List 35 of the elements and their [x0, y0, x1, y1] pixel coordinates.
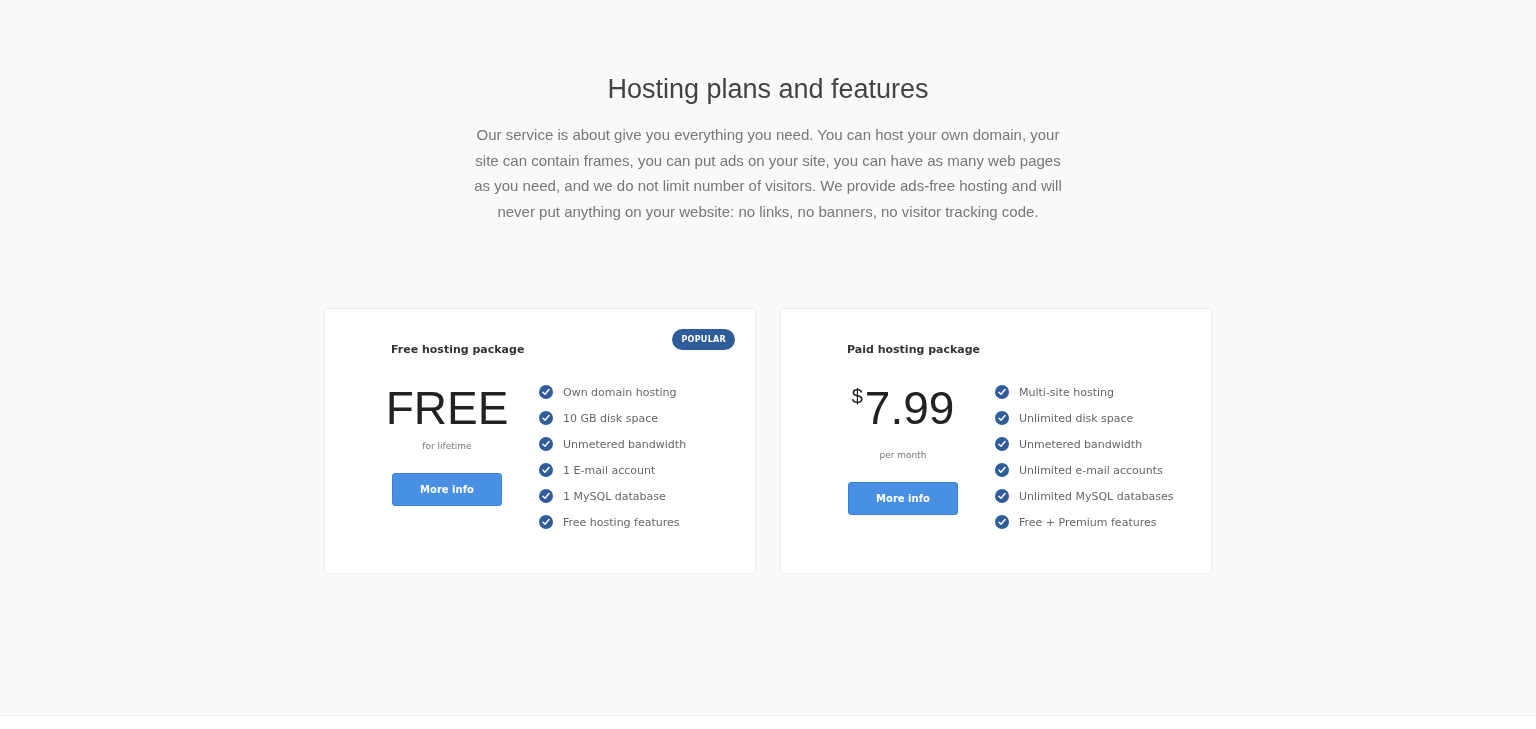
plan-name: Free hosting package [391, 343, 526, 356]
check-icon [539, 411, 553, 425]
popular-badge: POPULAR [672, 329, 735, 350]
feature-text: Unlimited e-mail accounts [1019, 463, 1163, 477]
section-description: Our service is about give you everything you need. You can host your own domain, your site can contain frames, you can put ads on your site, you can have as many web pages as you need, and we do not limit number of visitors. We provide ads-free hosting and will never put anything on your website: no links, no banners, no visitor tracking code. [473, 125, 1063, 222]
feature-text: Free + Premium features [1019, 515, 1157, 529]
feature-text: Own domain hosting [563, 385, 677, 399]
feature-text: 1 E-mail account [563, 463, 656, 477]
feature-text: Free hosting features [563, 515, 680, 529]
check-icon [539, 515, 553, 529]
check-icon [539, 489, 553, 503]
feature-text: Unlimited MySQL databases [1019, 489, 1174, 503]
feature-text: Unmetered bandwidth [1019, 437, 1143, 451]
check-icon [995, 411, 1009, 425]
plan-price: FREE [385, 381, 509, 435]
plan-price: $^{$}$7.99 [851, 381, 955, 435]
plan-name: Paid hosting package [847, 343, 982, 356]
check-icon [995, 489, 1009, 503]
check-icon [995, 437, 1009, 451]
more-info-button[interactable]: More info [848, 482, 958, 515]
check-icon [539, 385, 553, 399]
check-icon [539, 437, 553, 451]
section-title: Hosting plans and features [607, 74, 929, 105]
check-icon [995, 385, 1009, 399]
feature-text: 10 GB disk space [563, 411, 658, 425]
check-icon [995, 515, 1009, 529]
more-info-button[interactable]: More info [392, 473, 502, 506]
check-icon [539, 463, 553, 477]
feature-text: Unlimited disk space [1019, 411, 1134, 425]
check-icon [995, 463, 1009, 477]
feature-text: Unmetered bandwidth [563, 437, 687, 451]
feature-text: Multi-site hosting [1019, 385, 1114, 399]
feature-text: 1 MySQL database [563, 489, 666, 503]
price-period: per month [879, 450, 927, 460]
price-period: for lifetime [422, 441, 472, 451]
